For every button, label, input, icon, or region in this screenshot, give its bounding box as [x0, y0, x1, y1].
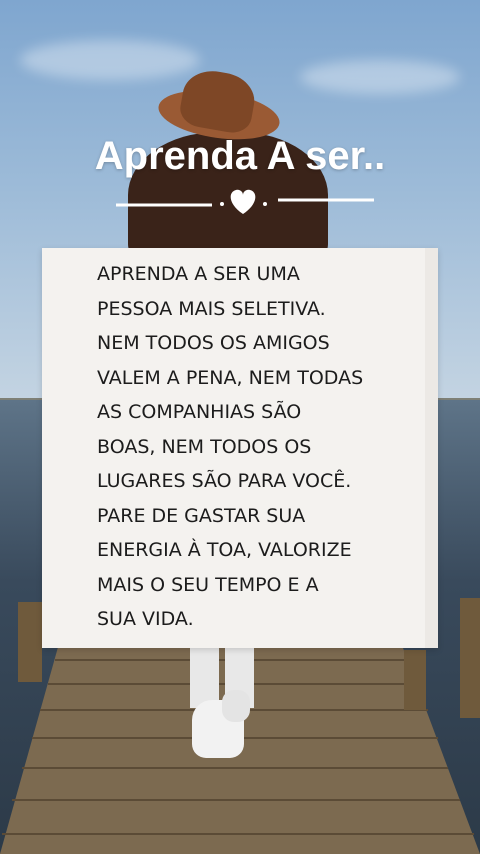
heart-icon: [230, 189, 256, 214]
dock-post: [460, 598, 480, 718]
heart-divider: [116, 189, 374, 214]
cloud: [20, 40, 200, 80]
sneaker: [222, 690, 250, 722]
cloud: [300, 60, 460, 94]
overlay-title: Aprenda A ser..: [94, 134, 386, 178]
dock-post: [404, 650, 426, 710]
quote-text: APRENDA A SER UMA PESSOA MAIS SELETIVA. …: [97, 263, 364, 630]
dock-post: [18, 602, 42, 682]
card-fold-edge: [425, 248, 438, 648]
